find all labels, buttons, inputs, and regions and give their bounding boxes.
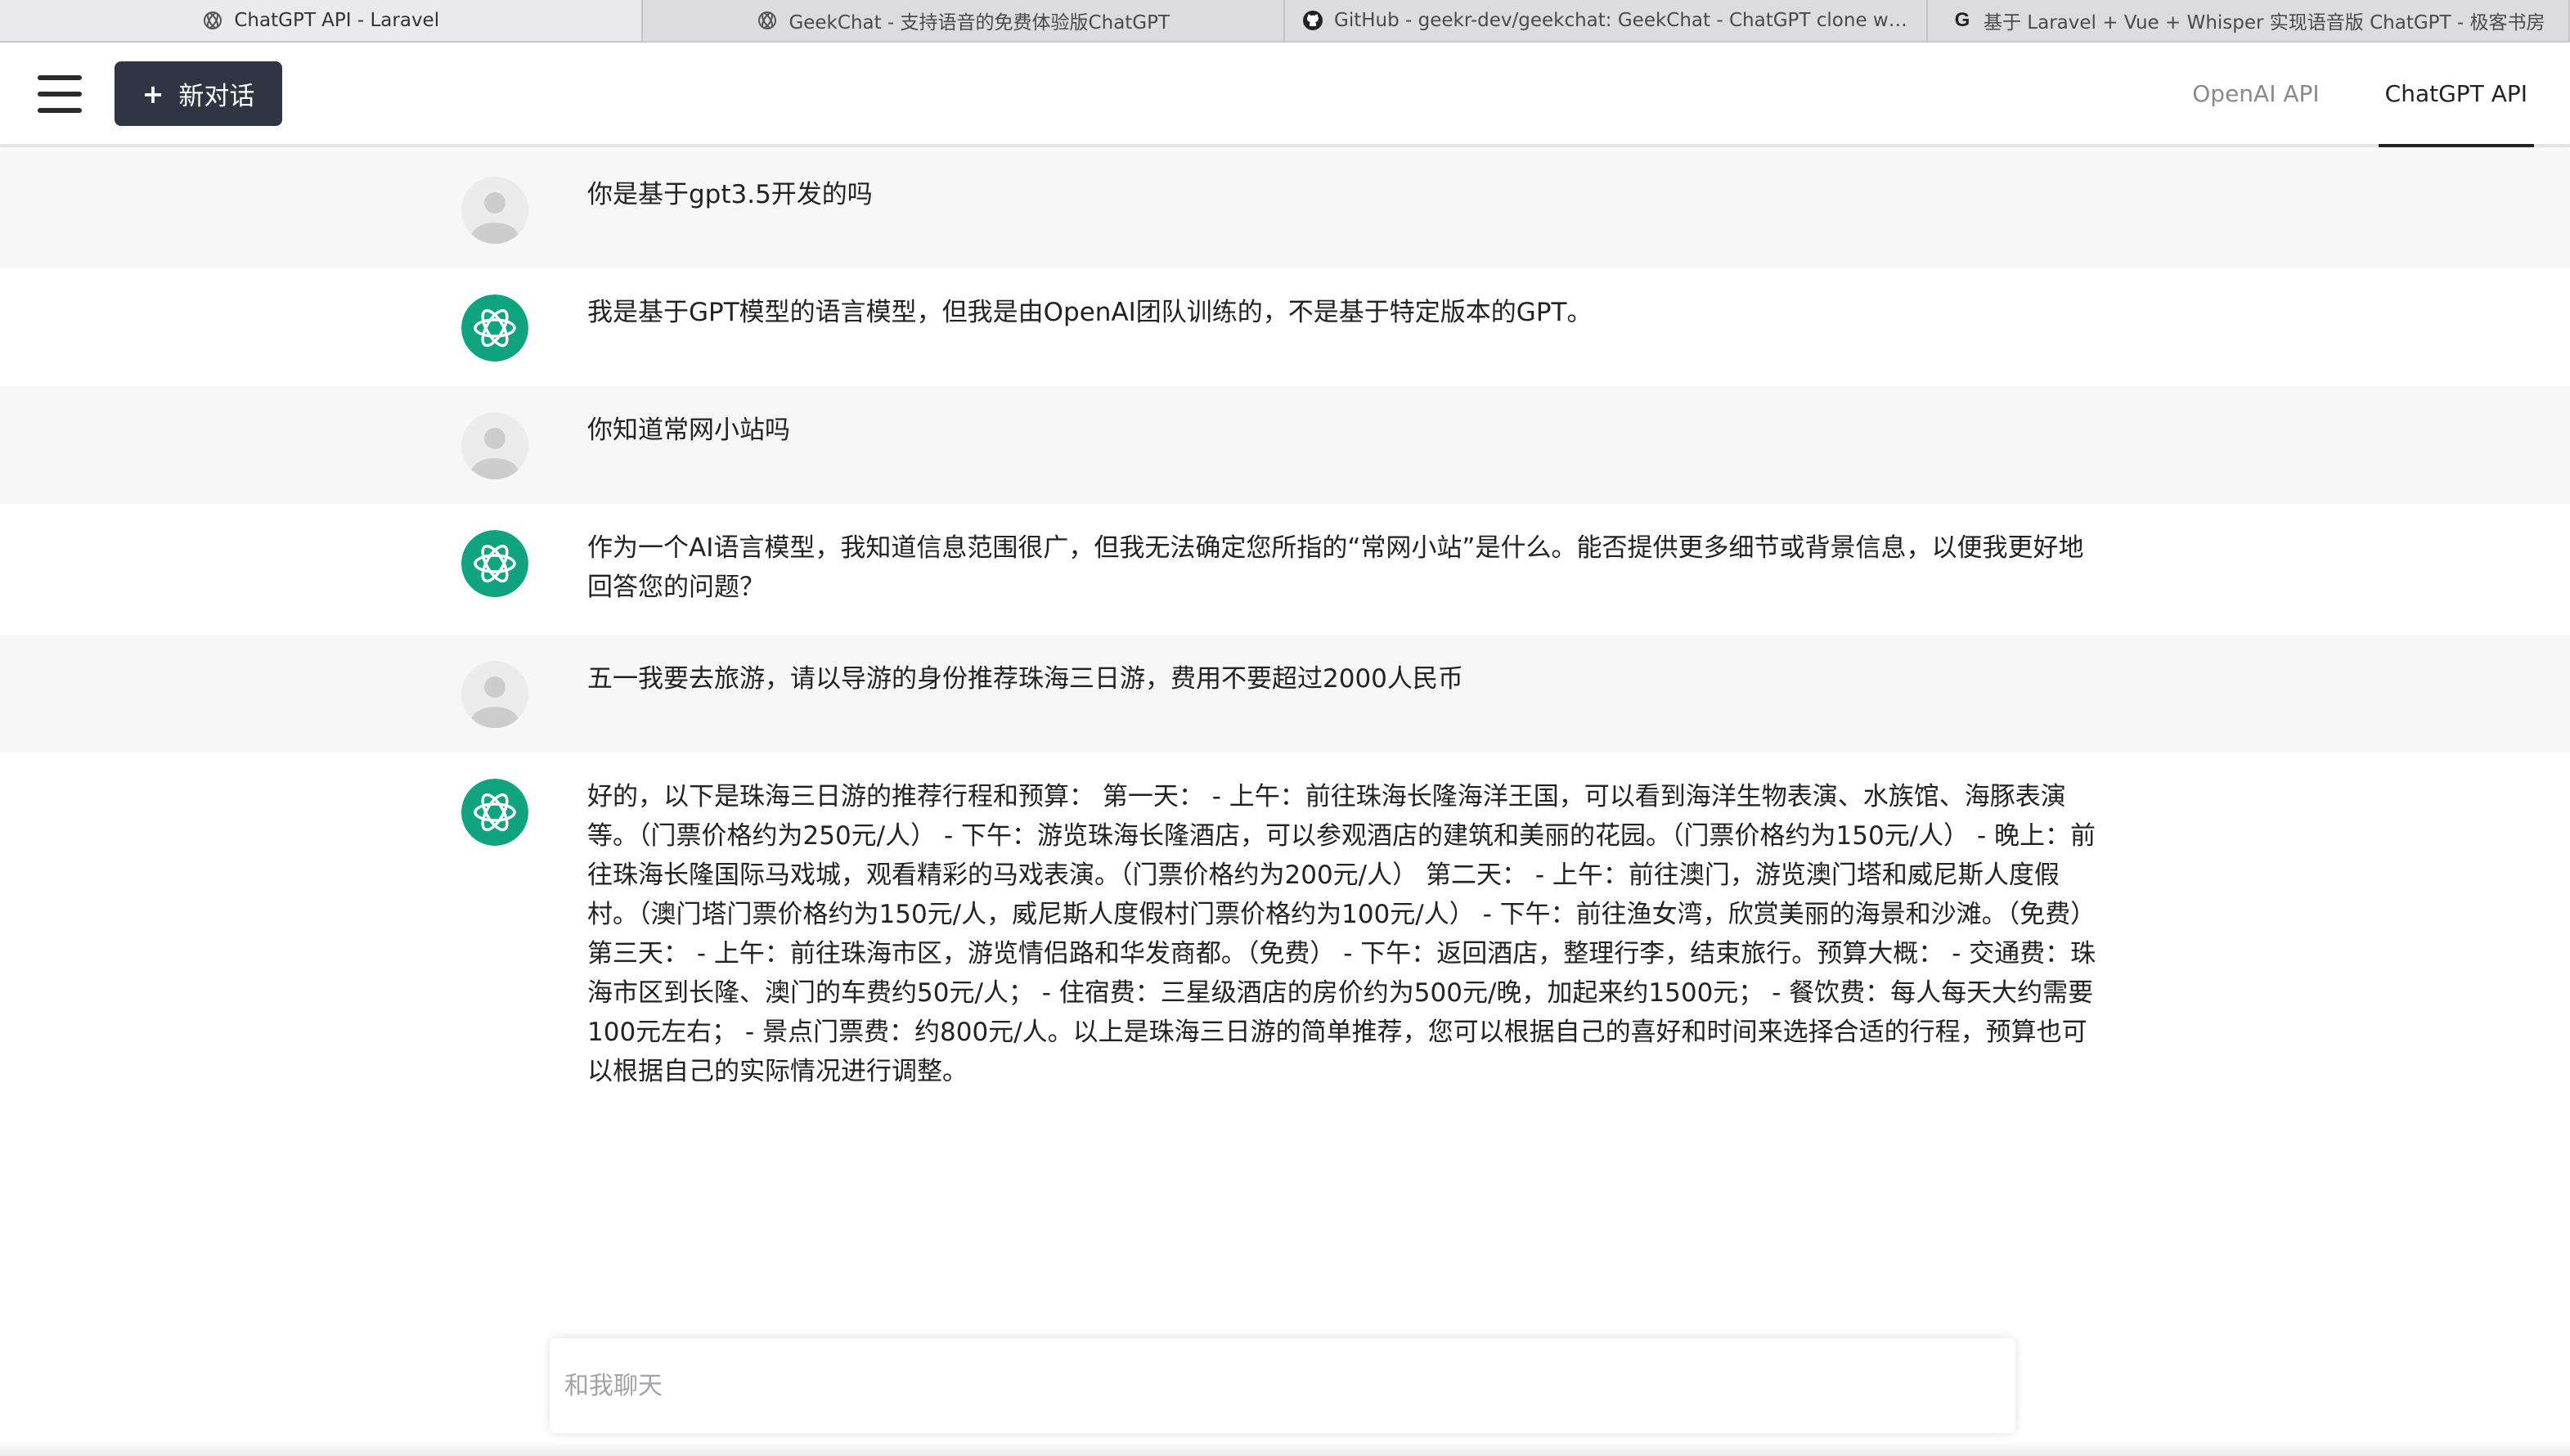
browser-tab-title: 基于 Laravel + Vue + Whisper 实现语音版 ChatGPT… (1983, 12, 2545, 34)
chat-input[interactable] (550, 1338, 2015, 1433)
user-avatar-icon (461, 177, 528, 244)
bottom-edge (0, 1441, 2570, 1456)
user-avatar-icon (461, 661, 528, 728)
message-row-assistant: 我是基于GPT模型的语言模型，但我是由OpenAI团队训练的，不是基于特定版本的… (0, 268, 2570, 386)
browser-tab-github[interactable]: GitHub - geekr-dev/geekchat: GeekChat - … (1285, 0, 1928, 41)
message-row-user: 你知道常网小站吗 (0, 386, 2570, 504)
message-row-assistant: 好的，以下是珠海三日游的推荐行程和预算： 第一天： - 上午：前往珠海长隆海洋王… (0, 753, 2570, 1119)
browser-tab-chatgpt-api-laravel[interactable]: ChatGPT API - Laravel (0, 0, 643, 41)
message-text: 我是基于GPT模型的语言模型，但我是由OpenAI团队训练的，不是基于特定版本的… (587, 298, 1593, 327)
chatgpt-avatar-icon (461, 294, 528, 362)
browser-tab-title: GitHub - geekr-dev/geekchat: GeekChat - … (1334, 10, 1910, 31)
message-row-assistant: 作为一个AI语言模型，我知道信息范围很广，但我无法确定您所指的“常网小站”是什么… (0, 504, 2570, 635)
tab-chatgpt-api[interactable]: ChatGPT API (2378, 43, 2535, 147)
openai-icon (201, 9, 224, 32)
browser-tab-title: ChatGPT API - Laravel (234, 10, 440, 31)
message-text: 作为一个AI语言模型，我知道信息范围很广，但我无法确定您所指的“常网小站”是什么… (587, 533, 2084, 602)
openai-icon (756, 9, 779, 32)
tab-openai-api[interactable]: OpenAI API (2186, 43, 2325, 144)
message-list: 你是基于gpt3.5开发的吗 我是基于GPT模型的语言模型，但我是由OpenAI… (0, 151, 2570, 1119)
browser-tab-geekr-blog[interactable]: G 基于 Laravel + Vue + Whisper 实现语音版 ChatG… (1928, 0, 2570, 41)
chatgpt-avatar-icon (461, 530, 528, 597)
github-icon (1301, 9, 1324, 32)
menu-icon[interactable] (38, 75, 82, 113)
chat-composer (550, 1338, 2015, 1433)
message-text: 你是基于gpt3.5开发的吗 (587, 180, 873, 209)
message-text: 五一我要去旅游，请以导游的身份推荐珠海三日游，费用不要超过2000人民币 (587, 664, 1463, 694)
app-header: + 新对话 OpenAI API ChatGPT API (0, 43, 2570, 147)
message-text: 你知道常网小站吗 (587, 416, 790, 445)
browser-tab-geekchat[interactable]: GeekChat - 支持语音的免费体验版ChatGPT (643, 0, 1285, 41)
message-text: 好的，以下是珠海三日游的推荐行程和预算： 第一天： - 上午：前往珠海长隆海洋王… (587, 782, 2104, 1086)
new-chat-button[interactable]: + 新对话 (115, 61, 282, 126)
message-row-user: 五一我要去旅游，请以导游的身份推荐珠海三日游，费用不要超过2000人民币 (0, 635, 2570, 753)
api-nav-tabs: OpenAI API ChatGPT API (2133, 43, 2535, 147)
plus-icon: + (142, 78, 164, 110)
message-row-user: 你是基于gpt3.5开发的吗 (0, 151, 2570, 268)
new-chat-label: 新对话 (178, 82, 255, 111)
user-avatar-icon (461, 412, 528, 479)
browser-tab-title: GeekChat - 支持语音的免费体验版ChatGPT (789, 12, 1170, 34)
chatgpt-avatar-icon (461, 779, 528, 846)
browser-tab-strip: ChatGPT API - Laravel GeekChat - 支持语音的免费… (0, 0, 2570, 43)
g-letter-icon: G (1954, 9, 1970, 31)
